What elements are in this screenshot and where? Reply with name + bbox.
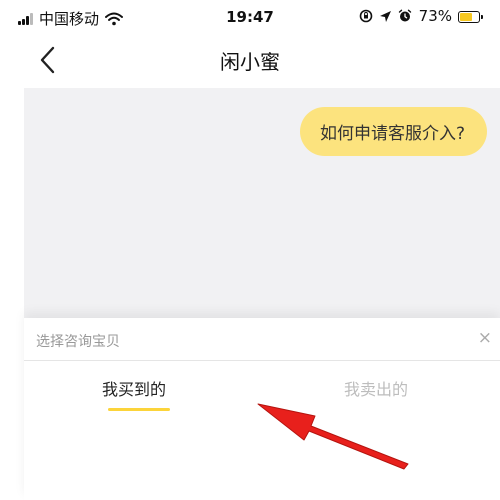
alarm-icon	[398, 9, 411, 22]
page-title: 闲小蜜	[220, 50, 280, 74]
battery-icon	[458, 11, 483, 23]
status-bar: 中国移动 19:47 73%	[0, 0, 500, 34]
status-right: 73%	[353, 7, 452, 25]
location-icon	[379, 10, 391, 22]
sheet-header: 选择咨询宝贝 ×	[24, 318, 500, 361]
tab-sold[interactable]: 我卖出的	[344, 376, 408, 400]
sheet-title: 选择咨询宝贝	[36, 334, 120, 350]
battery-percent: 73%	[418, 7, 452, 25]
active-tab-indicator	[108, 408, 170, 411]
tab-bought[interactable]: 我买到的	[102, 376, 166, 400]
close-button[interactable]: ×	[478, 329, 492, 347]
chat-area: 如何申请客服介入?	[24, 88, 500, 320]
chat-message-bubble[interactable]: 如何申请客服介入?	[299, 107, 487, 156]
product-select-sheet: 选择咨询宝贝 × 我买到的 我卖出的	[24, 318, 500, 500]
battery-level-fill	[460, 13, 472, 21]
orientation-lock-icon	[359, 9, 372, 23]
nav-bar: 闲小蜜	[0, 34, 500, 86]
